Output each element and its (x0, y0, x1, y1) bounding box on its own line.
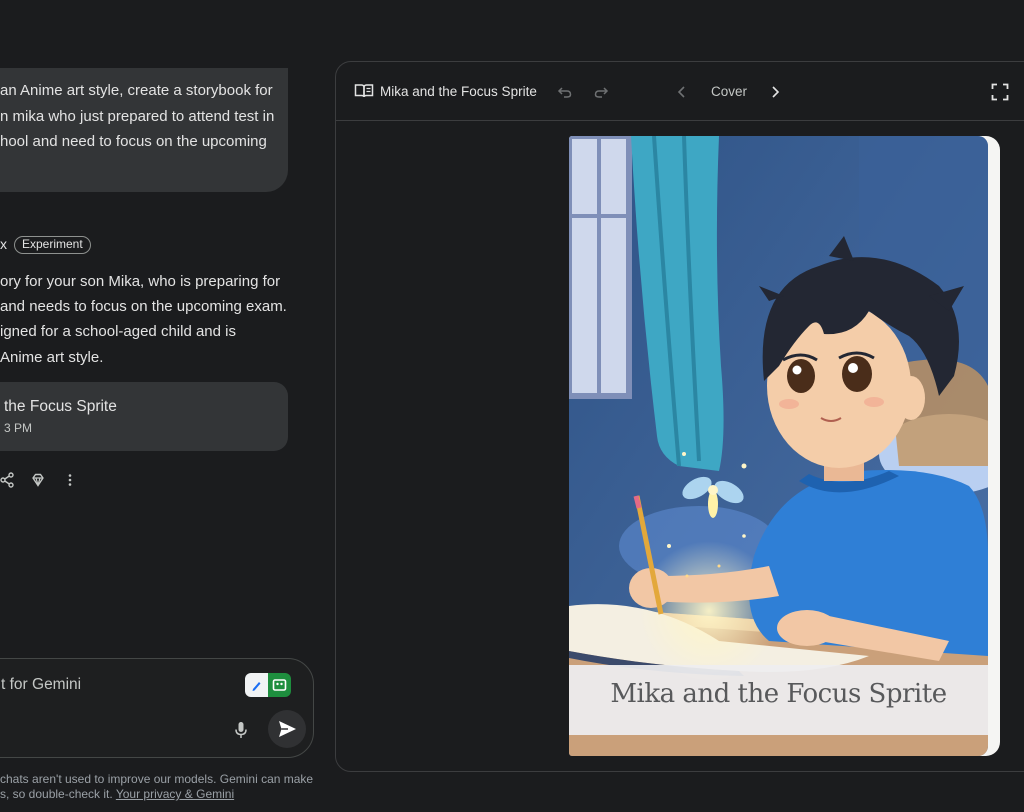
storybook-card-title: the Focus Sprite (4, 398, 117, 415)
user-message-line: hool and need to focus on the upcoming (0, 133, 267, 150)
prompt-input[interactable]: t for Gemini (1, 676, 81, 694)
storybook-card[interactable]: the Focus Sprite 3 PM (0, 382, 288, 451)
user-message-line: an Anime art style, create a storybook f… (0, 82, 273, 99)
mic-icon[interactable] (233, 721, 249, 739)
cover-title: Mika and the Focus Sprite (610, 679, 947, 709)
share-icon[interactable] (0, 472, 16, 488)
storybook-cover[interactable]: Mika and the Focus Sprite (569, 136, 1000, 758)
send-button[interactable] (268, 710, 306, 748)
response-line: Anime art style. (0, 349, 104, 366)
response-line: ory for your son Mika, who is preparing … (0, 273, 281, 290)
undo-icon[interactable] (557, 84, 573, 100)
user-message-bubble: an Anime art style, create a storybook f… (0, 68, 288, 192)
redo-icon[interactable] (593, 84, 609, 100)
fullscreen-icon[interactable] (991, 83, 1009, 101)
pen-icon (252, 682, 261, 691)
page-label: Cover (711, 84, 748, 99)
disclaimer-line: s, so double-check it. (0, 787, 116, 801)
more-vert-icon[interactable] (62, 472, 78, 488)
gem-icon[interactable] (30, 472, 46, 488)
response-line: and needs to focus on the upcoming exam. (0, 298, 287, 315)
disclaimer-line: chats aren't used to improve our models.… (0, 772, 314, 786)
storybook-card-time: 3 PM (4, 421, 33, 435)
disclaimer: chats aren't used to improve our models.… (0, 772, 313, 802)
canvas-tool-toggle[interactable] (245, 673, 268, 697)
cover-illustration (569, 136, 988, 756)
response-line: igned for a school-aged child and is (0, 323, 236, 340)
next-page-icon[interactable] (767, 84, 783, 100)
model-name: x (0, 236, 7, 252)
cover-art: Mika and the Focus Sprite (569, 136, 988, 756)
storybook-canvas: Mika and the Focus Sprite Cover Mika and… (335, 61, 1024, 772)
privacy-link[interactable]: Your privacy & Gemini (116, 787, 234, 801)
send-icon (279, 721, 296, 737)
canvas-header: Mika and the Focus Sprite Cover (336, 62, 1024, 121)
tools-toggle[interactable] (245, 673, 291, 697)
storybook-tool-toggle[interactable] (268, 673, 291, 697)
prev-page-icon[interactable] (674, 84, 690, 100)
storybook-tool-icon (272, 679, 287, 691)
canvas-title: Mika and the Focus Sprite (380, 84, 537, 99)
prompt-input-box[interactable]: t for Gemini (0, 658, 314, 758)
user-message-line: n mika who just prepared to attend test … (0, 108, 275, 125)
cover-title-band: Mika and the Focus Sprite (569, 665, 988, 735)
experiment-badge: Experiment (14, 236, 91, 254)
book-icon (354, 84, 374, 98)
